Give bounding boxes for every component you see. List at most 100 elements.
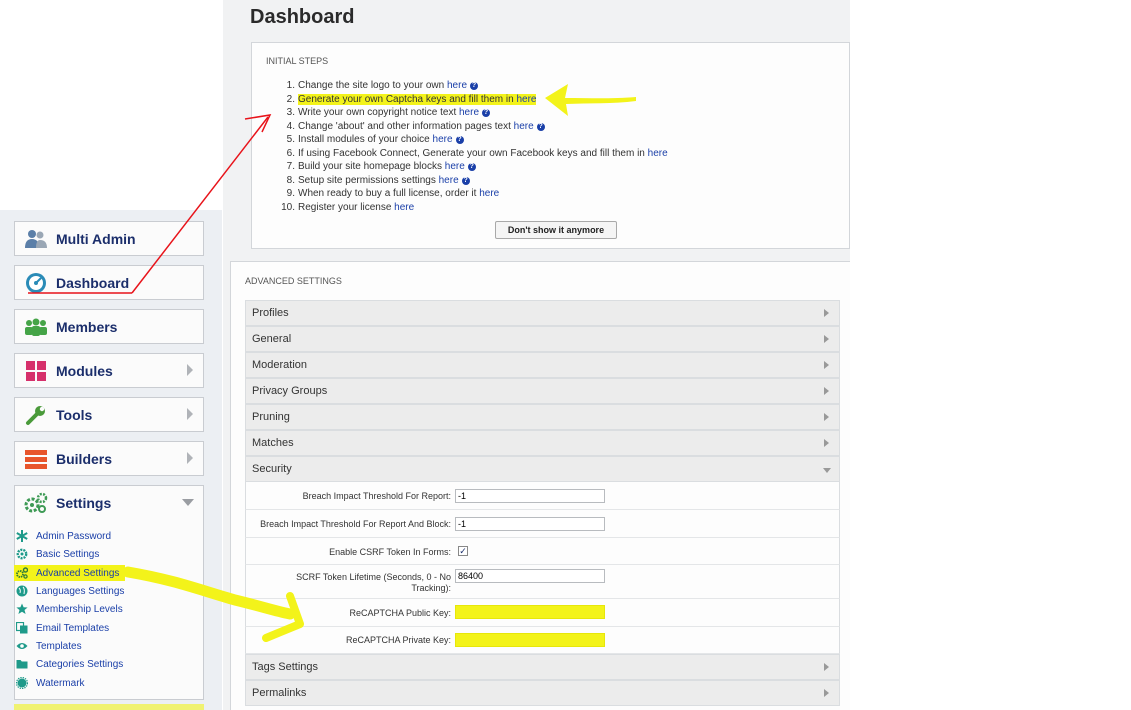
submenu-templates[interactable]: Templates xyxy=(16,638,82,654)
step-link[interactable]: here xyxy=(433,134,453,145)
step-link[interactable]: here xyxy=(445,161,465,172)
step-item: 9. When ready to buy a full license, orde… xyxy=(278,187,668,201)
step-number: 7. xyxy=(286,161,295,172)
field-label-line: SCRF Token Lifetime (Seconds, 0 - No xyxy=(296,572,451,582)
submenu-categories-settings[interactable]: Categories Settings xyxy=(16,656,123,672)
globe-icon xyxy=(16,585,28,597)
help-icon[interactable]: ? xyxy=(482,109,491,117)
page-title: Dashboard xyxy=(250,6,355,28)
section-label: Privacy Groups xyxy=(252,385,328,397)
step-item: 5. Install modules of your choice here? xyxy=(278,133,668,147)
submenu-label: Email Templates xyxy=(36,622,110,634)
nav-modules[interactable]: Modules xyxy=(14,353,204,388)
submenu-watermark[interactable]: Watermark xyxy=(16,675,85,691)
step-link[interactable]: here xyxy=(514,121,534,132)
submenu-label: Admin Password xyxy=(36,530,112,542)
security-field-row: SCRF Token Lifetime (Seconds, 0 - No Trac… xyxy=(245,565,840,599)
highlight-mark xyxy=(14,704,204,710)
folder-icon xyxy=(16,658,28,670)
section-moderation[interactable]: Moderation xyxy=(245,352,840,378)
step-link[interactable]: here xyxy=(447,80,467,91)
section-label: Pruning xyxy=(252,411,290,423)
section-permalinks[interactable]: Permalinks xyxy=(245,680,840,706)
step-text: If using Facebook Connect, Generate your… xyxy=(298,147,645,159)
step-number: 5. xyxy=(286,134,295,145)
section-general[interactable]: General xyxy=(245,326,840,352)
submenu-label: Advanced Settings xyxy=(36,567,120,579)
section-label: Profiles xyxy=(252,307,289,319)
step-link[interactable]: here xyxy=(516,94,536,105)
layers-icon xyxy=(24,447,48,471)
nav-label: Tools xyxy=(56,406,93,423)
help-icon[interactable]: ? xyxy=(461,176,470,185)
help-icon[interactable]: ? xyxy=(536,122,545,131)
section-privacy-groups[interactable]: Privacy Groups xyxy=(245,378,840,404)
submenu-languages-settings[interactable]: Languages Settings xyxy=(16,583,124,599)
advanced-settings-title: ADVANCED SETTINGS xyxy=(245,276,342,286)
step-text: Install modules of your choice xyxy=(298,134,430,145)
nav-label: Dashboard xyxy=(56,274,130,291)
nav-label: Settings xyxy=(56,494,112,511)
field-label: Enable CSRF Token In Forms: xyxy=(329,547,451,557)
csrf-token-checkbox[interactable]: ✓ xyxy=(458,546,468,556)
chevron-down-icon xyxy=(823,468,831,473)
step-link[interactable]: here xyxy=(648,148,668,159)
nav-label: Builders xyxy=(56,450,113,467)
nav-builders[interactable]: Builders xyxy=(14,441,204,476)
section-security[interactable]: Security xyxy=(245,456,840,482)
recaptcha-public-key-input[interactable] xyxy=(455,605,605,619)
recaptcha-private-key-input[interactable] xyxy=(455,633,605,647)
field-label: Breach Impact Threshold For Report: xyxy=(302,491,451,501)
submenu-label: Membership Levels xyxy=(36,603,123,615)
submenu-advanced-settings[interactable]: Advanced Settings xyxy=(14,565,126,581)
step-text: When ready to buy a full license, order … xyxy=(298,188,477,199)
section-label: Matches xyxy=(252,437,294,449)
help-icon[interactable]: ? xyxy=(467,163,476,171)
nav-members[interactable]: Members xyxy=(14,309,204,344)
security-field-row: Enable CSRF Token In Forms: ✓ xyxy=(245,538,840,565)
section-matches[interactable]: Matches xyxy=(245,430,840,456)
asterisk-icon xyxy=(16,530,28,542)
initial-steps-panel: INITIAL STEPS 1. Change the site logo to … xyxy=(251,42,850,249)
gears-icon xyxy=(16,567,28,579)
security-field-row: Breach Impact Threshold For Report: xyxy=(245,482,840,510)
section-tags-settings[interactable]: Tags Settings xyxy=(245,654,840,680)
breach-block-threshold-input[interactable] xyxy=(455,517,605,531)
chevron-right-icon xyxy=(824,361,829,369)
step-link[interactable]: here xyxy=(459,107,479,118)
dont-show-again-button[interactable]: Don't show it anymore xyxy=(495,221,617,239)
section-pruning[interactable]: Pruning xyxy=(245,404,840,430)
nav-dashboard[interactable]: Dashboard xyxy=(14,265,204,300)
step-text: Register your license xyxy=(298,201,392,213)
submenu-admin-password[interactable]: Admin Password xyxy=(16,528,111,544)
step-link[interactable]: here xyxy=(394,202,414,213)
security-field-row: Breach Impact Threshold For Report And B… xyxy=(245,510,840,538)
submenu-membership-levels[interactable]: Membership Levels xyxy=(16,601,123,617)
breach-report-threshold-input[interactable] xyxy=(455,489,605,503)
step-number: 3. xyxy=(286,107,295,118)
nav-tools[interactable]: Tools xyxy=(14,397,204,432)
chevron-right-icon xyxy=(824,663,829,671)
nav-label: Members xyxy=(56,318,118,335)
submenu-email-templates[interactable]: Email Templates xyxy=(16,620,109,636)
members-icon xyxy=(24,315,48,339)
field-label: Breach Impact Threshold For Report And B… xyxy=(260,519,451,529)
submenu-basic-settings[interactable]: Basic Settings xyxy=(16,546,99,562)
step-number: 8. xyxy=(286,174,295,186)
help-icon[interactable]: ? xyxy=(470,82,479,90)
section-profiles[interactable]: Profiles xyxy=(245,300,840,326)
step-link[interactable]: here xyxy=(479,188,499,199)
field-label: ReCAPTCHA Private Key: xyxy=(345,635,451,645)
submenu-label: Watermark xyxy=(36,677,85,689)
gear-icon xyxy=(16,548,28,560)
seal-icon xyxy=(16,677,28,689)
step-link[interactable]: here xyxy=(439,175,459,186)
step-item: 6. If using Facebook Connect, Generate yo… xyxy=(278,147,668,161)
step-number: 6. xyxy=(286,147,295,159)
help-icon[interactable]: ? xyxy=(455,136,464,144)
nav-settings[interactable]: Settings xyxy=(14,485,204,520)
section-label: Moderation xyxy=(252,359,308,371)
csrf-token-lifetime-input[interactable] xyxy=(455,569,605,583)
nav-multi-admin[interactable]: Multi Admin xyxy=(14,221,204,256)
chevron-right-icon xyxy=(824,309,829,317)
